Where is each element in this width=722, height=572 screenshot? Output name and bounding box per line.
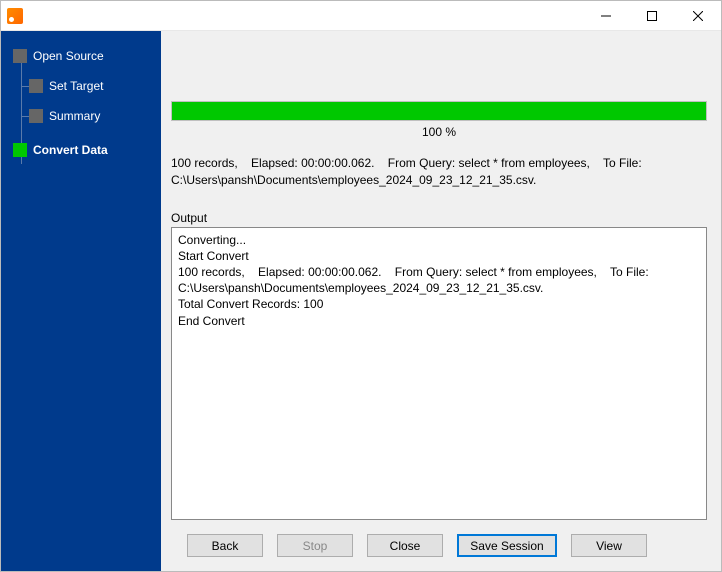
maximize-icon <box>647 11 657 21</box>
progress-fill <box>172 102 706 120</box>
summary-text: 100 records, Elapsed: 00:00:00.062. From… <box>171 155 707 189</box>
nav-label: Summary <box>49 109 100 123</box>
sidebar: Open Source Set Target Summary Convert D… <box>1 31 161 571</box>
nav-label: Set Target <box>49 79 103 93</box>
nav-set-target[interactable]: Set Target <box>1 71 161 101</box>
progress-text: 100 % <box>171 125 707 139</box>
stop-button: Stop <box>277 534 353 557</box>
window-controls <box>583 1 721 30</box>
nav-label: Open Source <box>33 49 104 63</box>
output-textarea[interactable]: Converting... Start Convert 100 records,… <box>171 227 707 520</box>
output-section: Output Converting... Start Convert 100 r… <box>171 211 707 520</box>
close-dialog-button[interactable]: Close <box>367 534 443 557</box>
minimize-button[interactable] <box>583 1 629 30</box>
nav-label: Convert Data <box>33 143 108 157</box>
minimize-icon <box>601 11 611 21</box>
button-row: Back Stop Close Save Session View <box>171 534 707 557</box>
content-pane: 100 % 100 records, Elapsed: 00:00:00.062… <box>161 31 721 571</box>
save-session-button[interactable]: Save Session <box>457 534 557 557</box>
progress-bar <box>171 101 707 121</box>
main: Open Source Set Target Summary Convert D… <box>1 31 721 571</box>
maximize-button[interactable] <box>629 1 675 30</box>
step-box-icon <box>13 143 27 157</box>
step-box-icon <box>29 109 43 123</box>
close-button[interactable] <box>675 1 721 30</box>
app-icon <box>7 8 23 24</box>
step-box-icon <box>13 49 27 63</box>
view-button[interactable]: View <box>571 534 647 557</box>
close-icon <box>693 11 703 21</box>
nav-open-source[interactable]: Open Source <box>1 41 161 71</box>
nav-summary[interactable]: Summary <box>1 101 161 131</box>
back-button[interactable]: Back <box>187 534 263 557</box>
titlebar <box>1 1 721 31</box>
output-label: Output <box>171 211 707 225</box>
titlebar-left <box>1 8 23 24</box>
step-box-icon <box>29 79 43 93</box>
nav-convert-data[interactable]: Convert Data <box>1 135 161 165</box>
progress-section: 100 % <box>171 101 707 139</box>
